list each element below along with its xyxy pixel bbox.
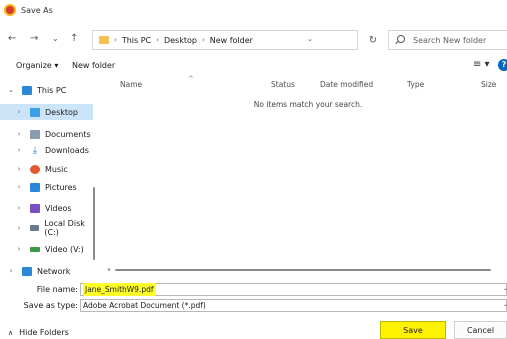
cancel-button[interactable]: Cancel <box>454 321 507 339</box>
filename-dropdown-icon[interactable]: ⌄ <box>503 285 507 292</box>
breadcrumb-desktop[interactable]: Desktop <box>164 36 197 45</box>
view-options-button[interactable]: ≡ ▾ <box>473 59 490 70</box>
organize-button[interactable]: Organize ▾ <box>16 61 58 70</box>
sidebar-item-label: This PC <box>37 85 67 95</box>
forward-button[interactable]: → <box>30 32 38 46</box>
chevron-up-icon: ∧ <box>8 328 14 337</box>
sidebar-item-label: Documents <box>45 129 91 139</box>
up-button[interactable]: ↑ <box>70 32 78 46</box>
refresh-icon: ↻ <box>368 34 378 46</box>
column-date-modified[interactable]: Date modified <box>320 80 373 89</box>
chevron-right-icon[interactable]: › <box>15 224 23 232</box>
sidebar-item-label: Pictures <box>45 182 77 192</box>
chevron-right-icon[interactable]: › <box>15 146 23 154</box>
help-button[interactable]: ? <box>498 59 507 71</box>
savetype-select[interactable]: Adobe Acrobat Document (*.pdf) ⌄ <box>80 299 507 312</box>
breadcrumb-this-pc[interactable]: This PC <box>122 36 151 45</box>
sidebar-item-label: Downloads <box>45 145 89 155</box>
address-dropdown-icon[interactable]: ⌄ <box>307 35 313 43</box>
filename-field[interactable]: Jane_SmithW9.pdf ⌄ <box>80 283 507 296</box>
dialog-footer: ∧ Hide Folders Save Cancel <box>0 320 507 339</box>
column-size[interactable]: Size <box>481 80 496 89</box>
documents-icon <box>30 129 40 139</box>
sidebar-item-label: Music <box>45 164 68 174</box>
chevron-right-icon[interactable]: › <box>15 204 23 212</box>
title-bar: Save As <box>0 0 507 22</box>
search-icon <box>397 35 405 43</box>
sidebar-item-videos[interactable]: › Videos <box>0 200 72 216</box>
savetype-dropdown-icon[interactable]: ⌄ <box>503 301 507 308</box>
sidebar-item-music[interactable]: › Music <box>0 161 68 177</box>
chevron-right-icon[interactable]: › <box>15 165 23 173</box>
window-title: Save As <box>21 6 53 15</box>
downloads-icon: ⤓ <box>32 144 38 156</box>
column-status[interactable]: Status <box>271 80 295 89</box>
sidebar-item-this-pc[interactable]: ⌄ This PC <box>0 82 100 98</box>
savetype-label: Save as type: <box>23 301 78 310</box>
sidebar-item-local-disk[interactable]: › Local Disk (C:) <box>0 219 100 237</box>
filename-label: File name: <box>36 285 78 294</box>
sidebar-item-label: Local Disk (C:) <box>44 219 85 237</box>
drive-icon <box>30 246 40 252</box>
chevron-right-icon[interactable]: › <box>15 245 23 253</box>
music-icon <box>30 164 40 174</box>
sidebar-item-downloads[interactable]: › ⤓ Downloads <box>0 142 89 158</box>
sidebar: ⌄ This PC › Desktop › Documents › ⤓ Down… <box>0 78 100 278</box>
sidebar-scrollbar[interactable] <box>93 187 95 260</box>
address-bar[interactable]: › This PC › Desktop › New folder ⌄ <box>92 30 358 50</box>
breadcrumb-separator: › <box>156 36 159 44</box>
sidebar-item-label: Desktop <box>45 107 78 117</box>
chevron-down-icon[interactable]: ⌄ <box>7 86 15 94</box>
horizontal-scrollbar[interactable]: ◂ <box>107 266 493 273</box>
folder-icon <box>99 36 109 44</box>
scrollbar-thumb[interactable] <box>115 269 491 271</box>
recent-locations-button[interactable]: ⌄ <box>52 32 59 46</box>
breadcrumb-separator: › <box>114 36 117 44</box>
search-input[interactable]: Search New folder <box>388 30 507 50</box>
column-type[interactable]: Type <box>407 80 424 89</box>
desktop-icon <box>30 107 40 117</box>
breadcrumb-new-folder[interactable]: New folder <box>210 36 253 45</box>
sidebar-item-documents[interactable]: › Documents <box>0 126 91 142</box>
videos-icon <box>30 203 40 213</box>
column-name[interactable]: Name <box>120 80 142 89</box>
sidebar-item-pictures[interactable]: › Pictures <box>0 179 77 195</box>
navigation-bar: ← → ⌄ ↑ › This PC › Desktop › New folder… <box>0 30 507 50</box>
save-button[interactable]: Save <box>380 321 446 339</box>
chevron-right-icon[interactable]: › <box>15 183 23 191</box>
chevron-right-icon[interactable]: › <box>7 267 15 275</box>
chevron-right-icon[interactable]: › <box>15 108 23 116</box>
sidebar-item-network[interactable]: › Network <box>0 263 70 279</box>
breadcrumb-separator: › <box>201 36 205 44</box>
back-button[interactable]: ← <box>8 32 16 46</box>
search-placeholder: Search New folder <box>413 35 487 45</box>
sidebar-item-label: Network <box>37 266 71 276</box>
savetype-value: Adobe Acrobat Document (*.pdf) <box>83 301 206 310</box>
sidebar-item-desktop[interactable]: › Desktop <box>0 104 93 120</box>
command-bar: Organize ▾ New folder ≡ ▾ ? <box>0 56 507 76</box>
refresh-button[interactable]: ↻ <box>362 30 384 50</box>
empty-message: No items match your search. <box>253 100 363 109</box>
hide-folders-label: Hide Folders <box>19 328 69 337</box>
network-icon <box>22 266 32 276</box>
sidebar-item-video-drive[interactable]: › Video (V:) <box>0 241 84 257</box>
pictures-icon <box>30 182 40 192</box>
disk-icon <box>29 225 40 231</box>
scroll-left-icon[interactable]: ◂ <box>107 266 110 273</box>
new-folder-button[interactable]: New folder <box>72 61 115 70</box>
chevron-right-icon[interactable]: › <box>15 130 23 138</box>
sidebar-item-label: Videos <box>45 203 72 213</box>
hide-folders-button[interactable]: ∧ Hide Folders <box>8 328 69 337</box>
app-icon <box>4 4 16 16</box>
sort-caret-icon: ^ <box>188 75 194 83</box>
pc-icon <box>22 85 32 95</box>
filename-value[interactable]: Jane_SmithW9.pdf <box>83 283 156 296</box>
sidebar-item-label: Video (V:) <box>45 244 84 254</box>
